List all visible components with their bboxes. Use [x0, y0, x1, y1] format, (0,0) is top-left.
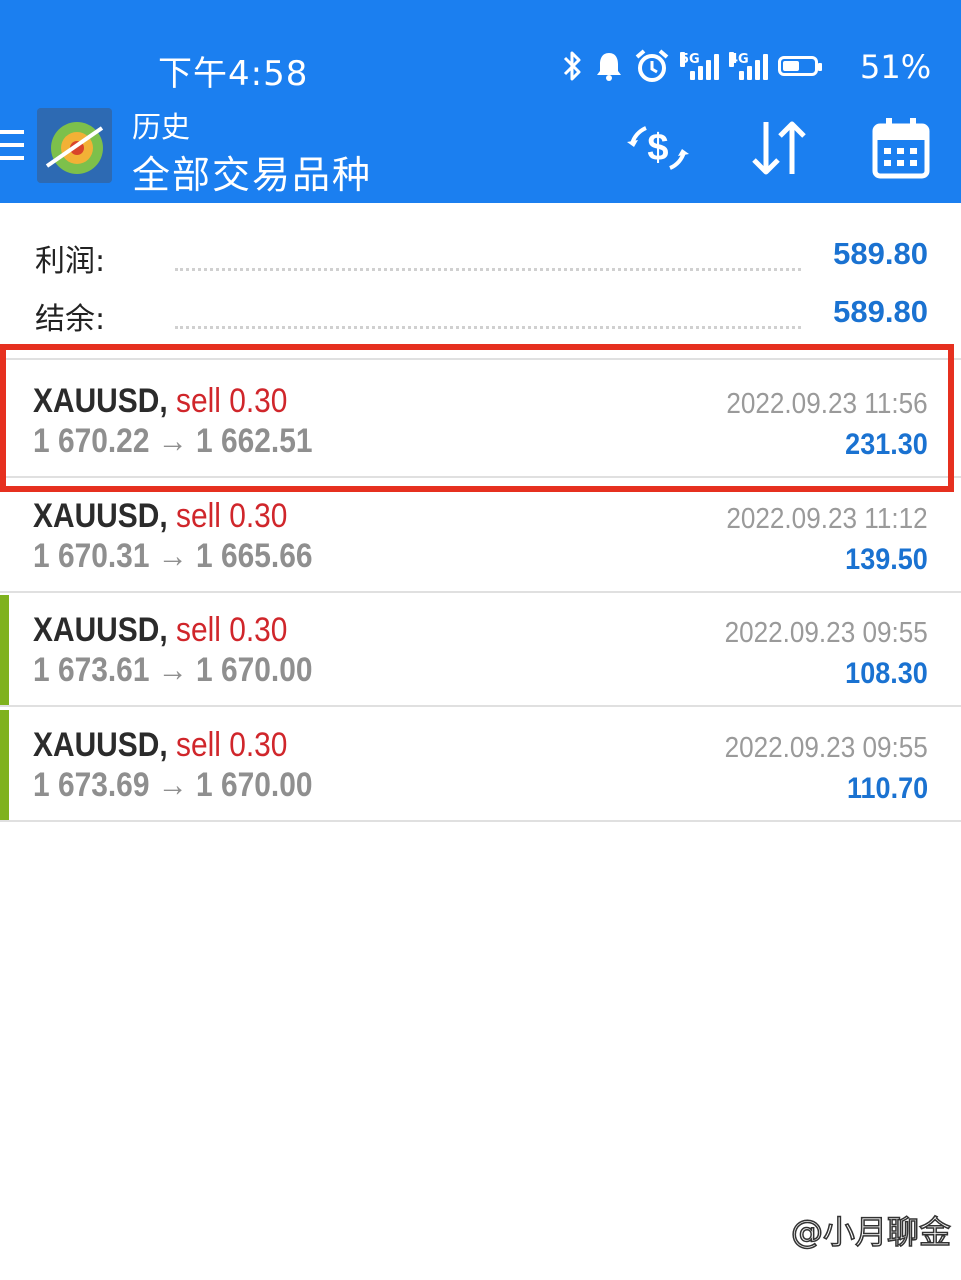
battery-icon: [778, 56, 822, 76]
summary-panel: 利润: 589.80 结余: 589.80: [0, 203, 961, 337]
trade-prices: 1 673.61 → 1 670.00: [33, 651, 313, 689]
header-title[interactable]: 全部交易品种: [132, 144, 372, 199]
profit-label: 利润:: [35, 244, 106, 279]
trade-row[interactable]: XAUUSD, sell 0.30 1 670.31 → 1 665.66 20…: [0, 481, 961, 593]
profit-row: 利润: 589.80: [0, 236, 961, 286]
currency-exchange-icon[interactable]: $: [624, 116, 692, 180]
menu-icon[interactable]: [0, 130, 24, 164]
watermark: @小月聊金: [790, 1212, 952, 1252]
balance-value: 589.80: [833, 294, 928, 329]
trade-row[interactable]: XAUUSD, sell 0.30 1 670.22 → 1 662.51 20…: [0, 366, 961, 478]
trade-symbol: XAUUSD, sell 0.30: [33, 726, 288, 764]
trade-time: 2022.09.23 11:12: [726, 503, 928, 535]
bell-icon: [597, 53, 621, 81]
header-subtitle: 历史: [132, 110, 191, 144]
trade-prices: 1 670.22 → 1 662.51: [33, 422, 313, 460]
svg-text:$: $: [647, 127, 668, 169]
battery-percent: 51%: [860, 48, 932, 86]
trade-profit: 139.50: [845, 543, 928, 576]
bluetooth-icon: [563, 51, 581, 81]
trade-time: 2022.09.23 09:55: [724, 617, 928, 649]
signal-icon: 4G: [729, 52, 768, 80]
status-icons: 5G 4G: [560, 46, 822, 86]
signal-icon: 5G: [680, 52, 719, 80]
trade-side: sell 0.30: [175, 611, 288, 649]
sort-icon[interactable]: [748, 116, 812, 180]
trade-side: sell 0.30: [175, 382, 288, 420]
calendar-icon[interactable]: [872, 116, 930, 180]
trade-prices: 1 670.31 → 1 665.66: [33, 537, 313, 575]
top-bar: 下午4:58 5G 4G 51% 历史 全部交易品种 $: [0, 0, 961, 203]
alarm-icon: [635, 49, 669, 82]
status-bar: 下午4:58 5G 4G 51%: [0, 0, 961, 100]
dotted-leader: [175, 268, 801, 271]
trade-row[interactable]: XAUUSD, sell 0.30 1 673.61 → 1 670.00 20…: [0, 595, 961, 707]
trade-side: sell 0.30: [175, 726, 288, 764]
row-accent-bar: [0, 595, 9, 705]
trade-symbol: XAUUSD, sell 0.30: [33, 611, 288, 649]
trade-side: sell 0.30: [175, 497, 288, 535]
divider: [0, 358, 961, 360]
trade-prices: 1 673.69 → 1 670.00: [33, 766, 313, 804]
row-accent-bar: [0, 710, 9, 820]
balance-label: 结余:: [35, 302, 106, 337]
metatrader-logo: [37, 108, 112, 183]
trade-symbol: XAUUSD, sell 0.30: [33, 497, 288, 535]
trade-symbol: XAUUSD, sell 0.30: [33, 382, 288, 420]
trade-time: 2022.09.23 09:55: [724, 732, 928, 764]
trade-profit: 110.70: [846, 772, 928, 805]
status-time: 下午4:58: [158, 54, 309, 94]
profit-value: 589.80: [833, 236, 928, 271]
trade-profit: 108.30: [845, 657, 928, 690]
trade-row[interactable]: XAUUSD, sell 0.30 1 673.69 → 1 670.00 20…: [0, 710, 961, 822]
trade-profit: 231.30: [845, 428, 928, 461]
trade-time: 2022.09.23 11:56: [726, 388, 928, 420]
balance-row: 结余: 589.80: [0, 294, 961, 344]
dotted-leader: [175, 326, 801, 329]
